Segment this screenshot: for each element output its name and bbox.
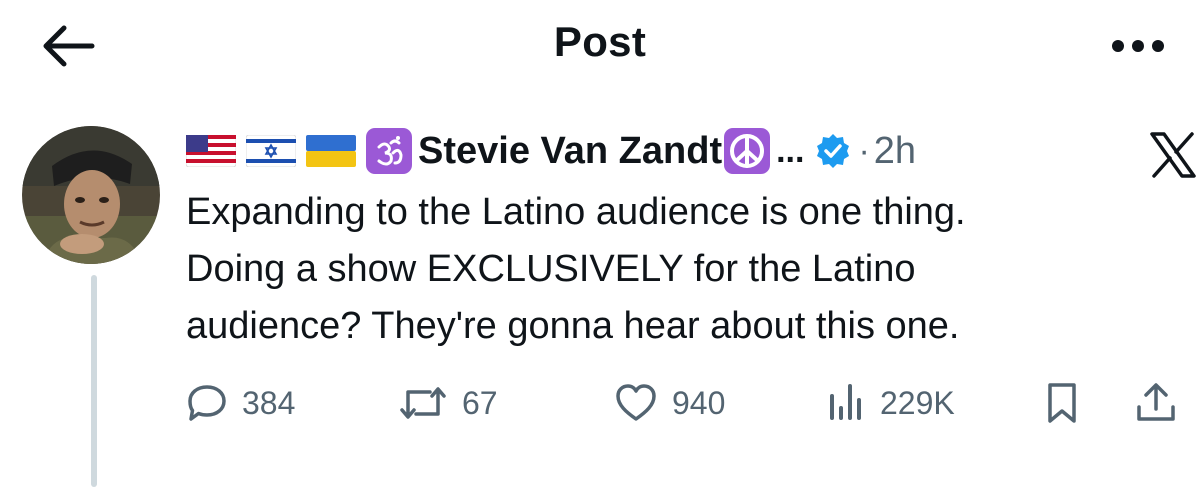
author-line: Stevie Van Zandt ... · 2h — [186, 126, 916, 176]
om-emoji-icon — [366, 128, 412, 174]
separator-dot: · — [858, 131, 870, 170]
repost-icon — [400, 387, 446, 419]
views-chart-icon — [830, 384, 861, 420]
post-text: Expanding to the Latino audience is one … — [186, 184, 1186, 355]
heart-icon — [616, 384, 656, 421]
post-timestamp[interactable]: 2h — [874, 130, 916, 173]
us-flag-icon — [186, 135, 236, 167]
name-truncation: ... — [776, 131, 805, 170]
like-button[interactable]: 940 — [614, 380, 725, 426]
bookmark-icon — [1048, 383, 1076, 423]
page-title: Post — [553, 18, 647, 65]
repost-button[interactable]: 67 — [398, 380, 498, 426]
verified-badge-icon — [817, 134, 850, 168]
peace-emoji-icon — [724, 128, 771, 174]
reply-icon — [188, 385, 226, 421]
post-text-line: Doing a show EXCLUSIVELY for the Latino — [186, 248, 916, 290]
bookmark-button[interactable] — [1042, 380, 1082, 426]
ukraine-flag-icon — [306, 135, 356, 167]
post-text-line: audience? They're gonna hear about this … — [186, 305, 960, 347]
share-icon — [1137, 383, 1175, 421]
x-logo-icon — [1148, 132, 1198, 178]
repost-count: 67 — [462, 384, 498, 421]
share-button[interactable] — [1134, 380, 1178, 426]
views-button[interactable]: 229K — [826, 380, 955, 426]
author-name[interactable]: Stevie Van Zandt — [418, 130, 722, 173]
post-text-line: Expanding to the Latino audience is one … — [186, 191, 966, 233]
views-count: 229K — [880, 384, 955, 421]
avatar[interactable] — [22, 126, 160, 264]
reply-count: 384 — [242, 384, 296, 421]
more-horizontal-icon — [1112, 40, 1164, 52]
reply-button[interactable]: 384 — [186, 380, 295, 426]
thread-line — [91, 275, 97, 487]
more-options-button[interactable] — [1108, 34, 1168, 58]
like-count: 940 — [672, 384, 726, 421]
israel-flag-icon — [246, 135, 296, 167]
